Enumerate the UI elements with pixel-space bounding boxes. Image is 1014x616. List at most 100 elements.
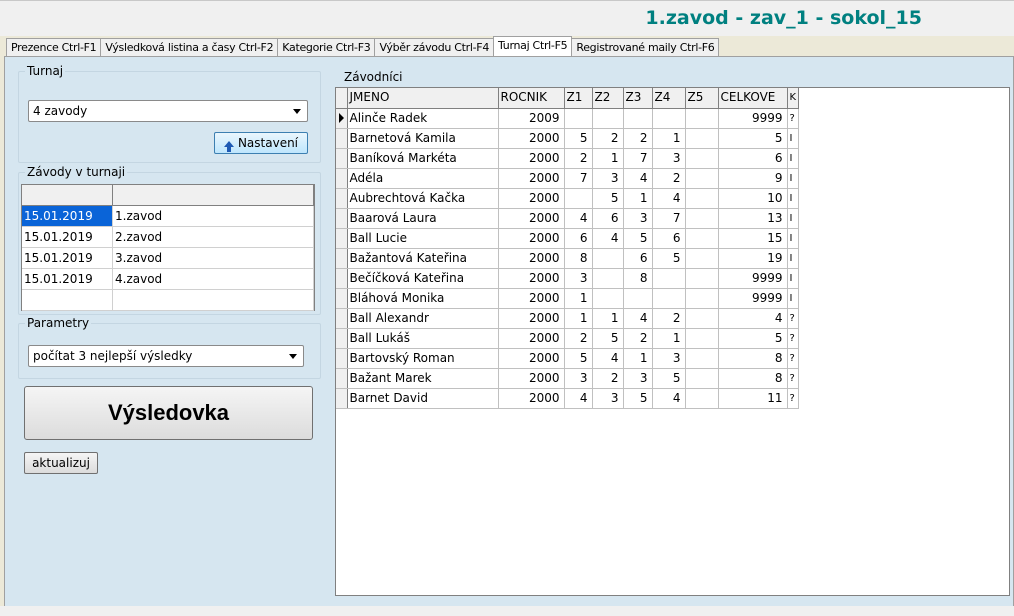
- cell-rocnik[interactable]: 2000: [498, 188, 565, 209]
- cell-jmeno[interactable]: Bláhová Monika: [347, 288, 499, 309]
- cell-z4[interactable]: [652, 268, 686, 289]
- cell-rocnik[interactable]: 2000: [498, 308, 565, 329]
- cell-z2[interactable]: 5: [592, 328, 624, 349]
- cell-k[interactable]: I: [787, 188, 800, 209]
- cell-celkove[interactable]: 9: [718, 168, 788, 189]
- cell-z1[interactable]: 2: [564, 328, 593, 349]
- cell-rocnik[interactable]: 2000: [498, 168, 565, 189]
- cell-z4[interactable]: 1: [652, 328, 686, 349]
- cell-jmeno[interactable]: Alinče Radek: [347, 108, 499, 129]
- cell-z2[interactable]: 2: [592, 128, 624, 149]
- column-header-z3[interactable]: Z3: [623, 88, 653, 109]
- cell-rocnik[interactable]: 2000: [498, 368, 565, 389]
- cell-jmeno[interactable]: Bažantová Kateřina: [347, 248, 499, 269]
- column-header-celkove[interactable]: CELKOVE: [718, 88, 788, 109]
- cell-z4[interactable]: 6: [652, 228, 686, 249]
- turnaj-select[interactable]: 4 zavody: [28, 100, 308, 122]
- cell-celkove[interactable]: 4: [718, 308, 788, 329]
- zavodnik-row[interactable]: Aubrechtová Kačka 2000 5 1 4 10 I: [336, 188, 800, 209]
- cell-k[interactable]: I: [787, 248, 800, 269]
- cell-celkove[interactable]: 19: [718, 248, 788, 269]
- tab-kategorie[interactable]: Kategorie Ctrl-F3: [277, 38, 376, 56]
- cell-rocnik[interactable]: 2009: [498, 108, 565, 129]
- zavodnici-grid[interactable]: JMENO ROCNIK Z1 Z2 Z3 Z4 Z5 CELKOVE K Al…: [335, 87, 1010, 596]
- row-indicator[interactable]: [336, 348, 348, 369]
- cell-z2[interactable]: 4: [592, 228, 624, 249]
- cell-k[interactable]: ?: [787, 308, 800, 329]
- cell-z5[interactable]: [685, 128, 719, 149]
- cell-z1[interactable]: 7: [564, 168, 593, 189]
- cell-z5[interactable]: [685, 188, 719, 209]
- cell-z2[interactable]: 2: [592, 368, 624, 389]
- zavodnik-row[interactable]: Adéla 2000 7 3 4 2 9 I: [336, 168, 800, 189]
- cell-jmeno[interactable]: Bečíčková Kateřina: [347, 268, 499, 289]
- row-indicator[interactable]: [336, 388, 348, 409]
- cell-z3[interactable]: 2: [623, 128, 653, 149]
- cell-z3[interactable]: 5: [623, 388, 653, 409]
- zavody-date-cell[interactable]: 15.01.2019: [22, 269, 113, 289]
- cell-z1[interactable]: 5: [564, 348, 593, 369]
- cell-z2[interactable]: 1: [592, 308, 624, 329]
- cell-z1[interactable]: 3: [564, 368, 593, 389]
- column-header-z1[interactable]: Z1: [564, 88, 593, 109]
- cell-celkove[interactable]: 6: [718, 148, 788, 169]
- tab-turnaj[interactable]: Turnaj Ctrl-F5: [493, 36, 573, 56]
- zavody-date-cell[interactable]: 15.01.2019: [22, 227, 113, 247]
- cell-z4[interactable]: 3: [652, 348, 686, 369]
- row-indicator[interactable]: [336, 168, 348, 189]
- cell-z5[interactable]: [685, 268, 719, 289]
- column-header-z2[interactable]: Z2: [592, 88, 624, 109]
- cell-z2[interactable]: [592, 288, 624, 309]
- cell-z4[interactable]: 4: [652, 388, 686, 409]
- cell-rocnik[interactable]: 2000: [498, 288, 565, 309]
- cell-rocnik[interactable]: 2000: [498, 208, 565, 229]
- row-indicator[interactable]: [336, 268, 348, 289]
- cell-z5[interactable]: [685, 208, 719, 229]
- cell-jmeno[interactable]: Bartovský Roman: [347, 348, 499, 369]
- tab-prezence[interactable]: Prezence Ctrl-F1: [6, 38, 102, 56]
- nastaveni-button[interactable]: Nastavení: [214, 132, 308, 154]
- cell-k[interactable]: I: [787, 208, 800, 229]
- cell-k[interactable]: I: [787, 228, 800, 249]
- zavody-row[interactable]: 15.01.2019 4.zavod: [22, 269, 314, 290]
- tab-registrovane-maily[interactable]: Registrované maily Ctrl-F6: [571, 38, 720, 56]
- cell-z1[interactable]: 5: [564, 128, 593, 149]
- cell-k[interactable]: I: [787, 288, 800, 309]
- cell-z4[interactable]: [652, 288, 686, 309]
- cell-z2[interactable]: 5: [592, 188, 624, 209]
- cell-jmeno[interactable]: Ball Lucie: [347, 228, 499, 249]
- zavodnik-row[interactable]: Barnet David 2000 4 3 5 4 11?: [336, 388, 800, 409]
- cell-z1[interactable]: 1: [564, 288, 593, 309]
- zavodnik-row[interactable]: Bartovský Roman 2000 5 4 1 3 8?: [336, 348, 800, 369]
- cell-z3[interactable]: [623, 288, 653, 309]
- cell-z1[interactable]: 4: [564, 388, 593, 409]
- cell-z2[interactable]: 6: [592, 208, 624, 229]
- row-indicator[interactable]: [336, 328, 348, 349]
- cell-z3[interactable]: 8: [623, 268, 653, 289]
- column-header-jmeno[interactable]: JMENO: [347, 88, 499, 109]
- cell-z5[interactable]: [685, 368, 719, 389]
- cell-z3[interactable]: 6: [623, 248, 653, 269]
- row-indicator[interactable]: [336, 368, 348, 389]
- zavody-row[interactable]: 15.01.2019 2.zavod: [22, 227, 314, 248]
- cell-z4[interactable]: 4: [652, 188, 686, 209]
- cell-rocnik[interactable]: 2000: [498, 328, 565, 349]
- cell-celkove[interactable]: 8: [718, 348, 788, 369]
- cell-jmeno[interactable]: Adéla: [347, 168, 499, 189]
- cell-z1[interactable]: 3: [564, 268, 593, 289]
- cell-z2[interactable]: 3: [592, 168, 624, 189]
- zavodnik-row[interactable]: Alinče Radek 2009 9999?: [336, 108, 800, 129]
- cell-z5[interactable]: [685, 308, 719, 329]
- cell-z1[interactable]: 1: [564, 308, 593, 329]
- column-header-z5[interactable]: Z5: [685, 88, 719, 109]
- cell-rocnik[interactable]: 2000: [498, 268, 565, 289]
- cell-rocnik[interactable]: 2000: [498, 348, 565, 369]
- cell-z3[interactable]: 1: [623, 348, 653, 369]
- cell-rocnik[interactable]: 2000: [498, 148, 565, 169]
- cell-z1[interactable]: [564, 108, 593, 129]
- cell-z5[interactable]: [685, 388, 719, 409]
- cell-z2[interactable]: [592, 248, 624, 269]
- cell-z4[interactable]: 7: [652, 208, 686, 229]
- cell-k[interactable]: ?: [787, 388, 800, 409]
- zavodnik-row[interactable]: Barnetová Kamila 2000 5 2 2 1 5 I: [336, 128, 800, 149]
